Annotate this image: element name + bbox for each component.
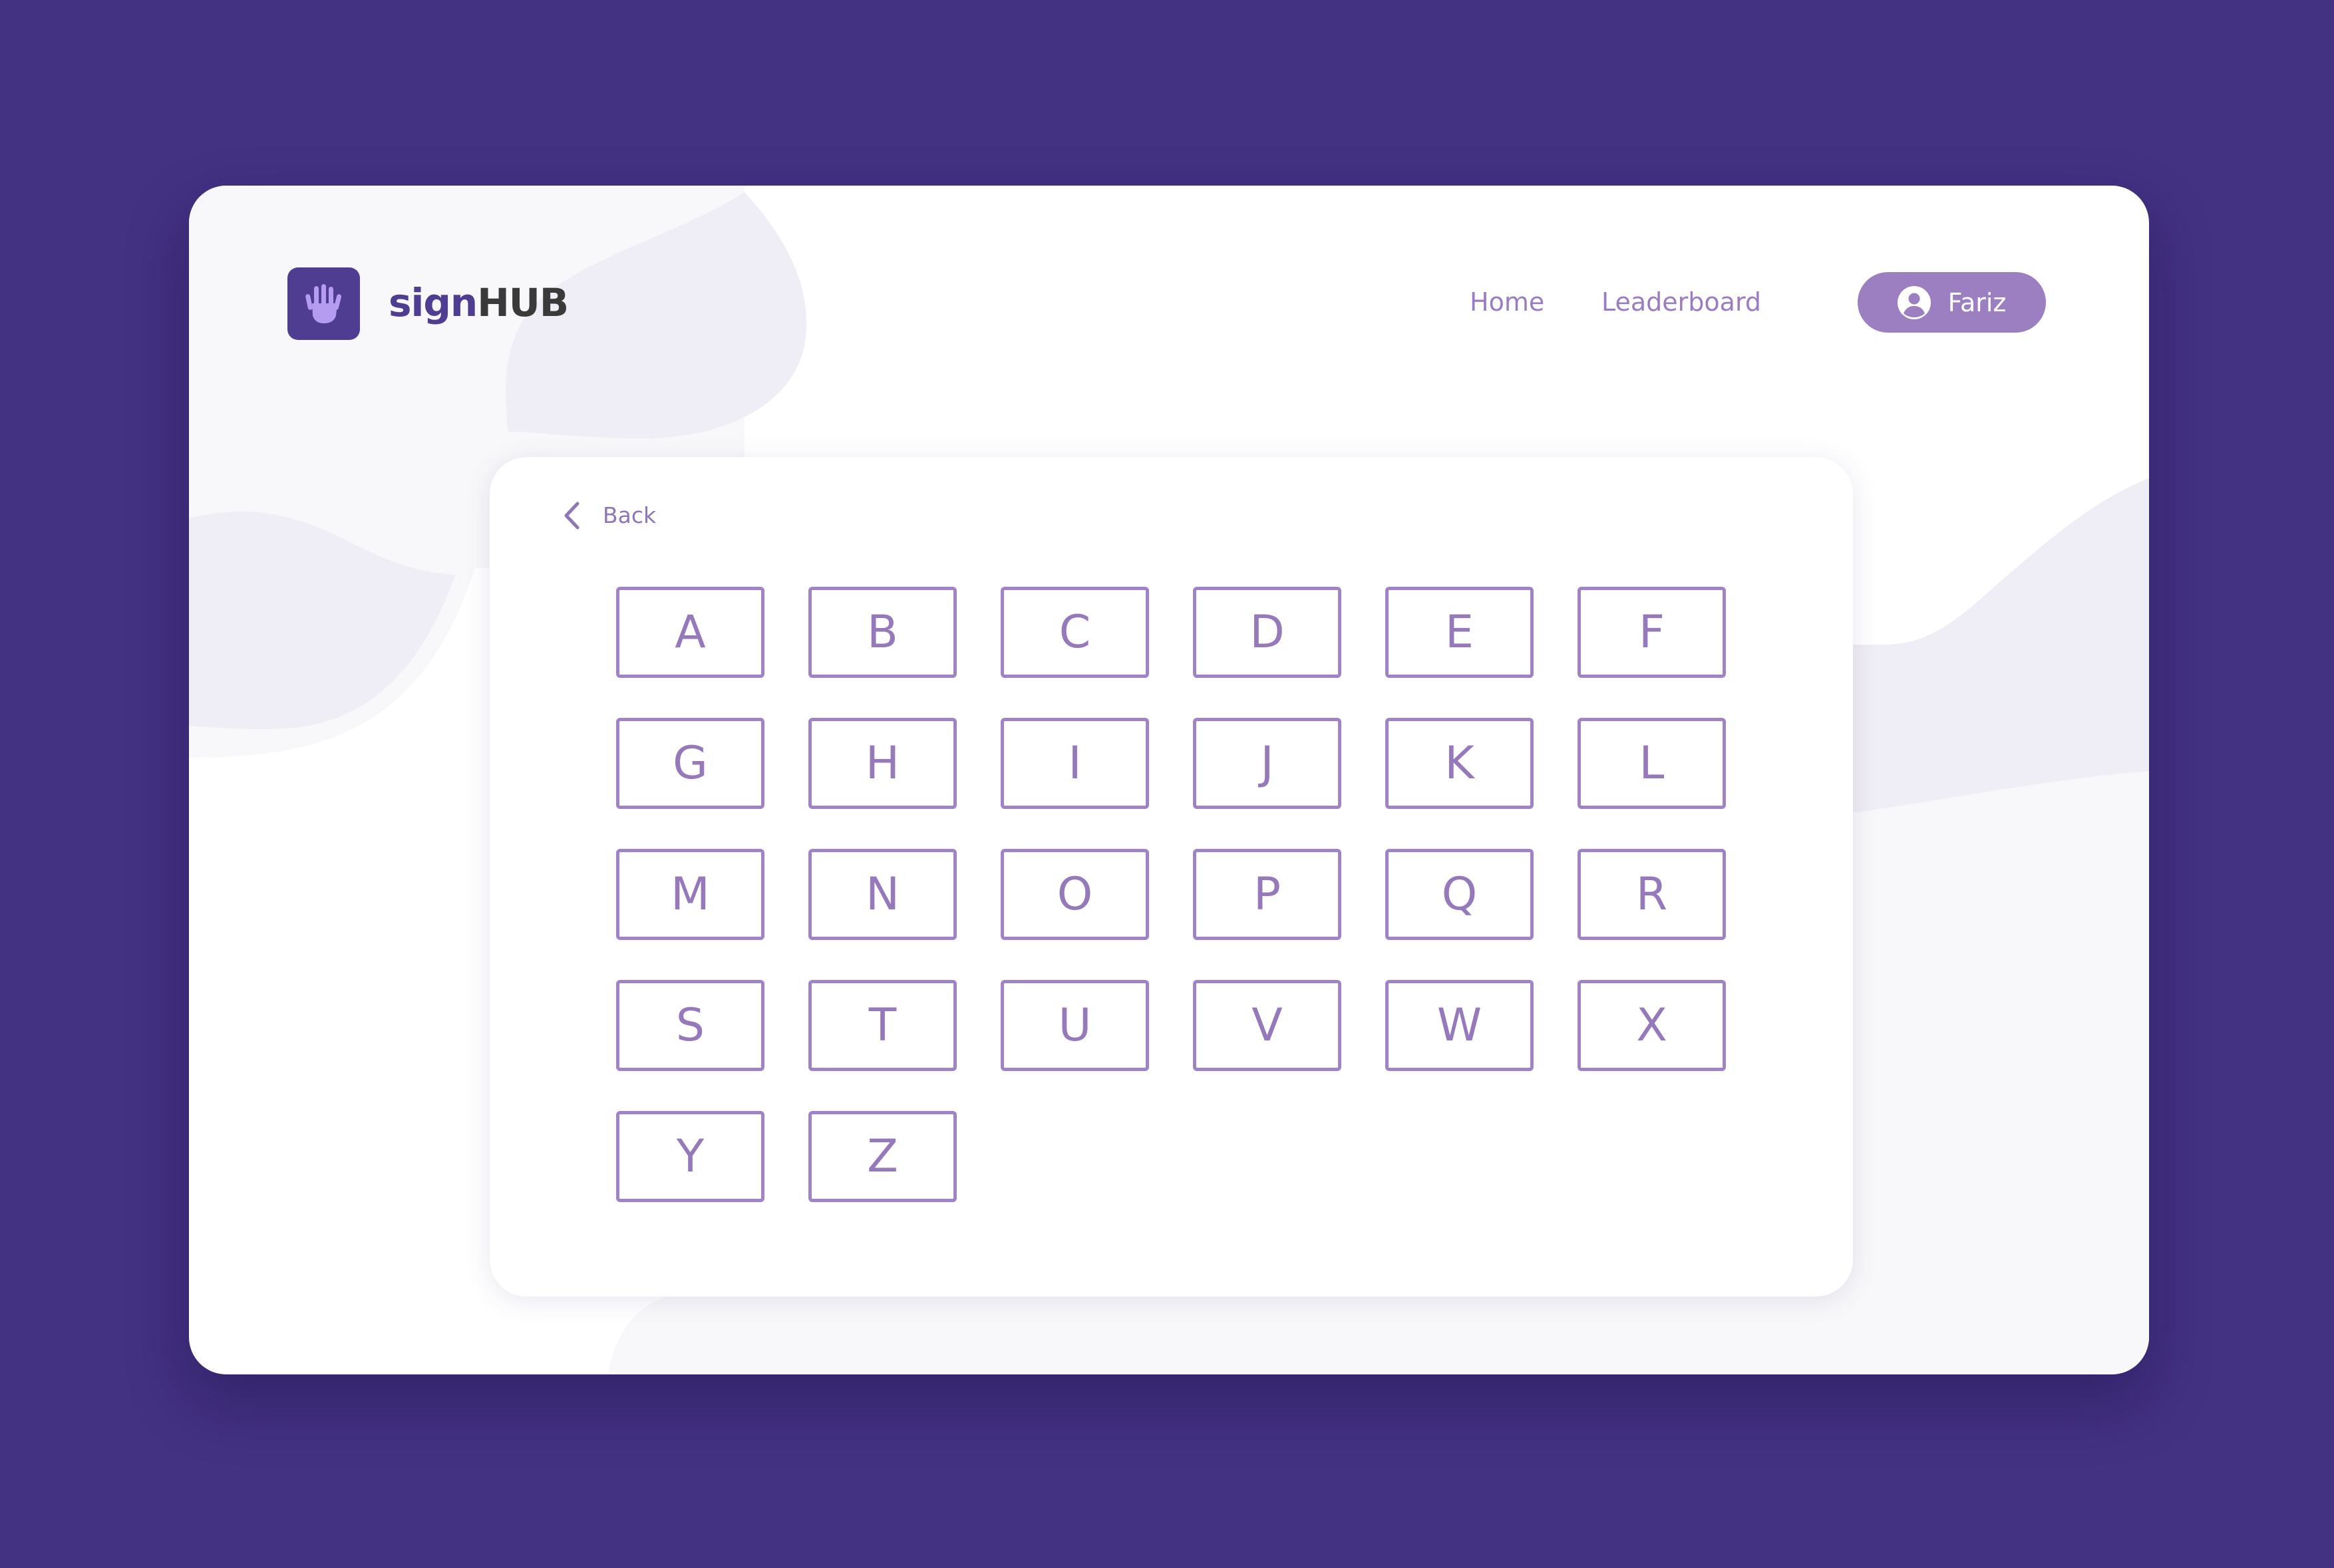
user-circle-icon — [1897, 285, 1931, 319]
letter-grid: A B C D E F G H I J K L M N O P Q R S T … — [616, 587, 1726, 1202]
hand-icon — [305, 283, 341, 323]
letter-label: E — [1445, 605, 1474, 659]
letter-tile-j[interactable]: J — [1193, 718, 1341, 809]
letter-label: B — [867, 605, 898, 659]
letter-label: K — [1444, 736, 1474, 790]
letter-tile-r[interactable]: R — [1578, 849, 1726, 940]
letter-label: J — [1260, 736, 1274, 790]
letter-tile-l[interactable]: L — [1578, 718, 1726, 809]
letter-tile-t[interactable]: T — [808, 980, 957, 1071]
letter-label: T — [868, 999, 897, 1052]
brand-name-part-hub: HUB — [477, 280, 569, 325]
nav-home-link[interactable]: Home — [1470, 283, 1544, 321]
back-button[interactable]: Back — [563, 501, 656, 530]
letter-tile-i[interactable]: I — [1001, 718, 1149, 809]
brand-name: signHUB — [389, 276, 569, 329]
chevron-left-icon — [563, 501, 580, 530]
letter-label: R — [1635, 867, 1668, 921]
brand-name-part-sign: sign — [389, 280, 478, 325]
letter-label: Z — [867, 1130, 898, 1183]
letter-tile-m[interactable]: M — [616, 849, 764, 940]
letter-tile-n[interactable]: N — [808, 849, 957, 940]
letter-tile-f[interactable]: F — [1578, 587, 1726, 678]
alphabet-card: Back A B C D E F G H I J K L M N O P Q R… — [490, 457, 1853, 1297]
letter-label: G — [673, 736, 708, 790]
letter-tile-o[interactable]: O — [1001, 849, 1149, 940]
nav-leaderboard-link[interactable]: Leaderboard — [1601, 283, 1761, 321]
letter-tile-h[interactable]: H — [808, 718, 957, 809]
letter-tile-y[interactable]: Y — [616, 1111, 764, 1202]
letter-tile-w[interactable]: W — [1385, 980, 1534, 1071]
letter-tile-a[interactable]: A — [616, 587, 764, 678]
app-window: signHUB Home Leaderboard Fariz Back A B — [189, 186, 2149, 1374]
logo[interactable] — [287, 267, 360, 340]
letter-label: P — [1253, 867, 1281, 921]
letter-label: A — [675, 605, 706, 659]
letter-label: M — [671, 867, 710, 921]
letter-tile-q[interactable]: Q — [1385, 849, 1534, 940]
letter-label: O — [1057, 867, 1093, 921]
letter-label: L — [1639, 736, 1665, 790]
letter-tile-u[interactable]: U — [1001, 980, 1149, 1071]
letter-tile-e[interactable]: E — [1385, 587, 1534, 678]
letter-tile-p[interactable]: P — [1193, 849, 1341, 940]
letter-tile-b[interactable]: B — [808, 587, 957, 678]
user-profile-button[interactable]: Fariz — [1858, 272, 2046, 333]
letter-label: S — [675, 999, 705, 1052]
letter-label: W — [1436, 999, 1482, 1052]
letter-tile-v[interactable]: V — [1193, 980, 1341, 1071]
letter-label: Y — [676, 1130, 705, 1183]
letter-tile-c[interactable]: C — [1001, 587, 1149, 678]
letter-label: N — [866, 867, 900, 921]
letter-label: U — [1058, 999, 1092, 1052]
letter-label: C — [1059, 605, 1091, 659]
letter-tile-k[interactable]: K — [1385, 718, 1534, 809]
letter-tile-s[interactable]: S — [616, 980, 764, 1071]
back-label: Back — [603, 502, 657, 528]
letter-tile-d[interactable]: D — [1193, 587, 1341, 678]
letter-label: F — [1638, 605, 1665, 659]
letter-label: H — [865, 736, 900, 790]
letter-label: V — [1251, 999, 1283, 1052]
letter-tile-g[interactable]: G — [616, 718, 764, 809]
letter-tile-x[interactable]: X — [1578, 980, 1726, 1071]
user-name-label: Fariz — [1947, 287, 2007, 317]
letter-tile-z[interactable]: Z — [808, 1111, 957, 1202]
letter-label: D — [1250, 605, 1285, 659]
letter-label: X — [1636, 999, 1667, 1052]
letter-label: Q — [1441, 867, 1478, 921]
letter-label: I — [1068, 736, 1082, 790]
